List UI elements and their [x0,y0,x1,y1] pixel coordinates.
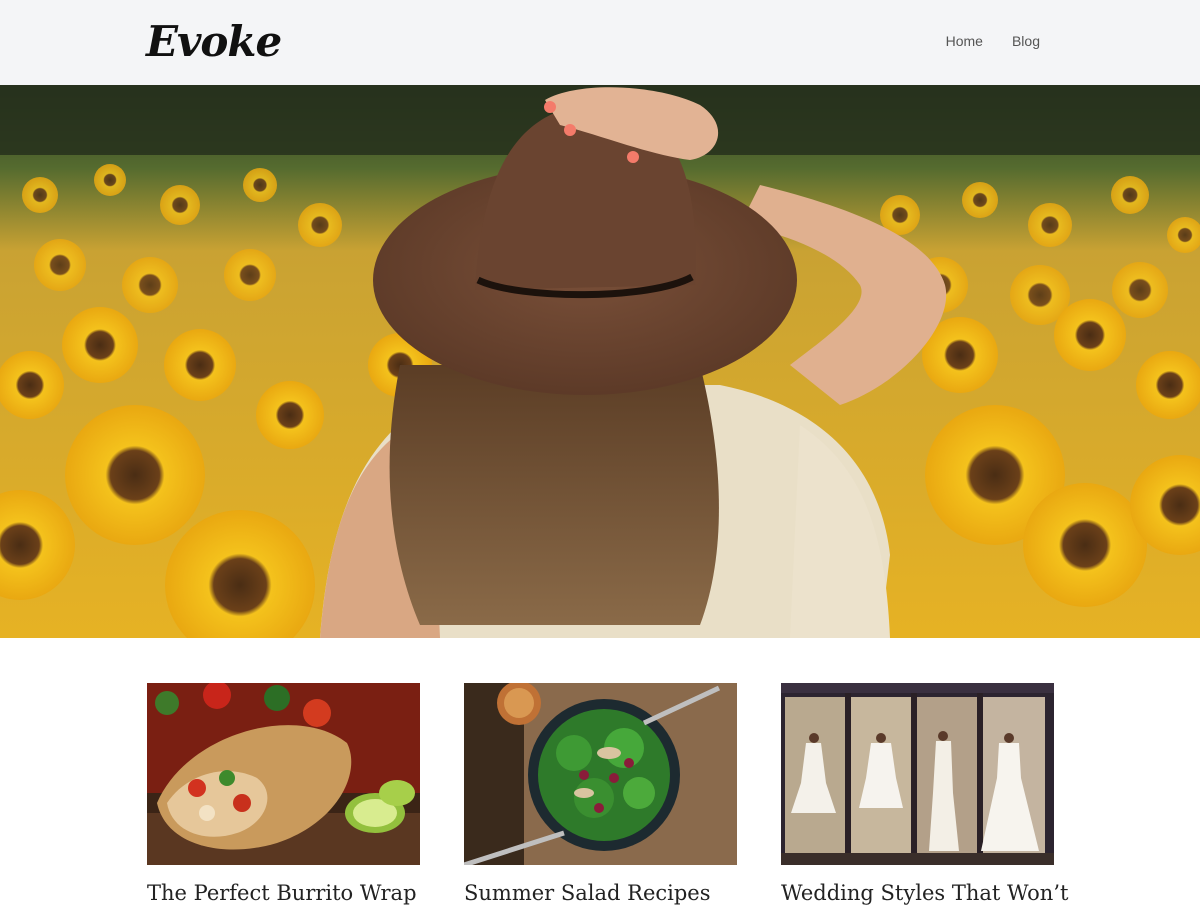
post-grid: The Perfect Burrito Wrap Summer Salad Re… [0,683,1200,905]
post-card-wedding[interactable]: Wedding Styles That Won’t [781,683,1068,907]
post-image-burrito[interactable] [147,683,420,865]
nav-home-link[interactable]: Home [946,33,983,49]
post-title[interactable]: Wedding Styles That Won’t [781,879,1068,907]
site-header: Evoke Home Blog [0,0,1200,85]
main-nav: Home Blog [946,33,1040,49]
post-image-salad[interactable] [464,683,737,865]
post-image-wedding[interactable] [781,683,1054,865]
post-card-salad[interactable]: Summer Salad Recipes [464,683,737,907]
site-logo[interactable]: Evoke [146,14,282,70]
post-title[interactable]: Summer Salad Recipes [464,879,737,907]
post-card-burrito[interactable]: The Perfect Burrito Wrap [147,683,420,907]
post-title[interactable]: The Perfect Burrito Wrap [147,879,420,907]
hero-image [0,85,1200,638]
nav-blog-link[interactable]: Blog [1012,33,1040,49]
